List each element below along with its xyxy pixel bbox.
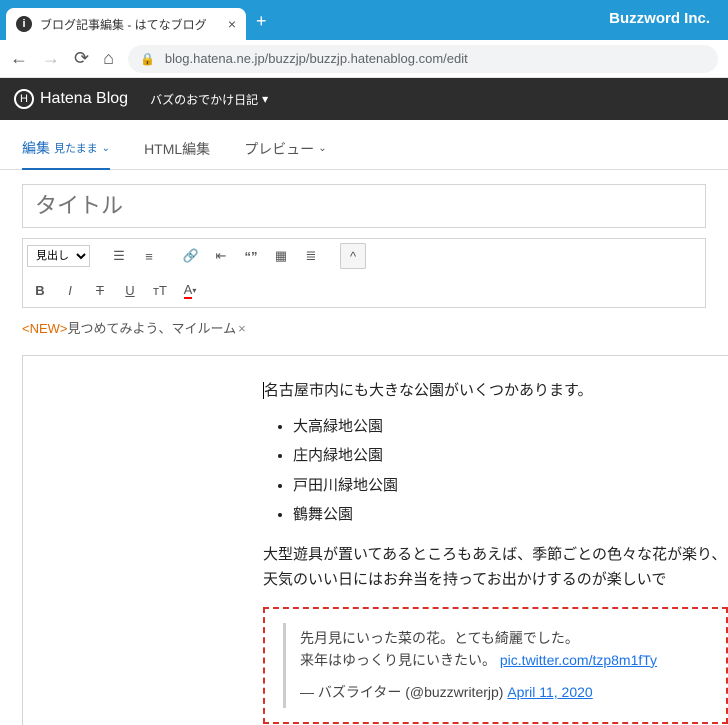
logo-text: Hatena Blog [40,90,128,108]
brand-label: Buzzword Inc. [609,10,710,27]
quote-icon[interactable]: “” [238,243,264,269]
tab-edit-label: 編集 [22,138,50,158]
browser-tab[interactable]: i ブログ記事編集 - はてなブログ × [6,8,246,40]
tab-edit[interactable]: 編集 見たまま ⌄ [22,138,110,170]
home-button[interactable]: ⌂ [103,48,114,69]
bold-icon[interactable]: B [27,277,53,303]
tweet-embed: 先月見にいった菜の花。とても綺麗でした。 来年はゆっくり見にいきたい。 pic.… [263,607,728,724]
editor-toolbar: 見出し ☰ ≡ 🔗 ⇤ “” ▦ ≣ ^ B I T U тT A▾ [22,238,706,308]
lock-icon: 🔒 [140,52,155,66]
paragraph: 名古屋市内にも大きな公園がいくつかあります。 [264,382,593,399]
editor-content[interactable]: 名古屋市内にも大きな公園がいくつかあります。 大高緑地公園 庄内緑地公園 戸田川… [22,355,728,725]
list-item: 大高緑地公園 [293,414,728,440]
editor-mode-tabs: 編集 見たまま ⌄ HTML編集 プレビュー ⌄ [0,120,728,170]
tweet-pic-link[interactable]: pic.twitter.com/tzp8m1fTy [500,652,657,668]
tab-preview[interactable]: プレビュー ⌄ [244,138,326,169]
blog-name: バズのおでかけ日記 [150,91,258,108]
close-icon[interactable]: × [228,16,236,32]
collapse-icon[interactable]: ^ [340,243,366,269]
logo-icon: H [14,89,34,109]
tag-text[interactable]: 見つめてみよう、マイルーム [68,321,237,336]
tab-preview-label: プレビュー [244,139,314,159]
blog-selector[interactable]: バズのおでかけ日記 ▾ [150,91,268,108]
address-bar: ← → ⟳ ⌂ 🔒 blog.hatena.ne.jp/buzzjp/buzzj… [0,40,728,78]
ul-icon[interactable]: ☰ [106,243,132,269]
url-field[interactable]: 🔒 blog.hatena.ne.jp/buzzjp/buzzjp.hatena… [128,45,718,73]
tab-title: ブログ記事編集 - はてなブログ [40,16,220,33]
strike-icon[interactable]: T [87,277,113,303]
tweet-author: — バズライター (@buzzwriterjp) [300,684,507,700]
new-tab-button[interactable]: + [256,11,267,32]
app-header: H Hatena Blog バズのおでかけ日記 ▾ [0,78,728,120]
tweet-date-link[interactable]: April 11, 2020 [507,684,592,700]
back-button[interactable]: ← [10,48,28,69]
tweet-line: 来年はゆっくり見にいきたい。 [300,652,500,668]
read-more-icon[interactable]: ⇤ [208,243,234,269]
tag-remove-icon[interactable]: × [238,321,246,336]
forward-button[interactable]: → [42,48,60,69]
park-list: 大高緑地公園 庄内緑地公園 戸田川緑地公園 鶴舞公園 [293,414,728,528]
textcolor-icon[interactable]: A▾ [177,277,203,303]
hr-icon[interactable]: ≣ [298,243,324,269]
fontsize-icon[interactable]: тT [147,277,173,303]
tag-line: <NEW>見つめてみよう、マイルーム× [22,318,706,337]
list-item: 庄内緑地公園 [293,443,728,469]
chevron-down-icon: ⌄ [318,143,326,154]
italic-icon[interactable]: I [57,277,83,303]
list-item: 戸田川緑地公園 [293,473,728,499]
tag-new-badge: <NEW> [22,321,68,336]
title-input[interactable] [22,184,706,228]
favicon-icon: i [16,16,32,32]
paragraph: 大型遊具が置いてあるところもあえば、季節ごとの色々な花が楽り、天気のいい日にはお… [263,542,728,593]
heading-select[interactable]: 見出し [27,245,90,267]
underline-icon[interactable]: U [117,277,143,303]
tab-html[interactable]: HTML編集 [144,138,210,169]
reload-button[interactable]: ⟳ [74,48,89,69]
tweet-line: 先月見にいった菜の花。とても綺麗でした。 [300,627,712,649]
ol-icon[interactable]: ≡ [136,243,162,269]
hatena-logo[interactable]: H Hatena Blog [14,89,128,109]
tab-edit-sublabel: 見たまま [54,140,98,156]
chevron-down-icon: ⌄ [102,143,110,154]
link-icon[interactable]: 🔗 [178,243,204,269]
chevron-down-icon: ▾ [262,92,268,106]
url-text: blog.hatena.ne.jp/buzzjp/buzzjp.hatenabl… [165,51,468,66]
list-item: 鶴舞公園 [293,502,728,528]
table-icon[interactable]: ▦ [268,243,294,269]
